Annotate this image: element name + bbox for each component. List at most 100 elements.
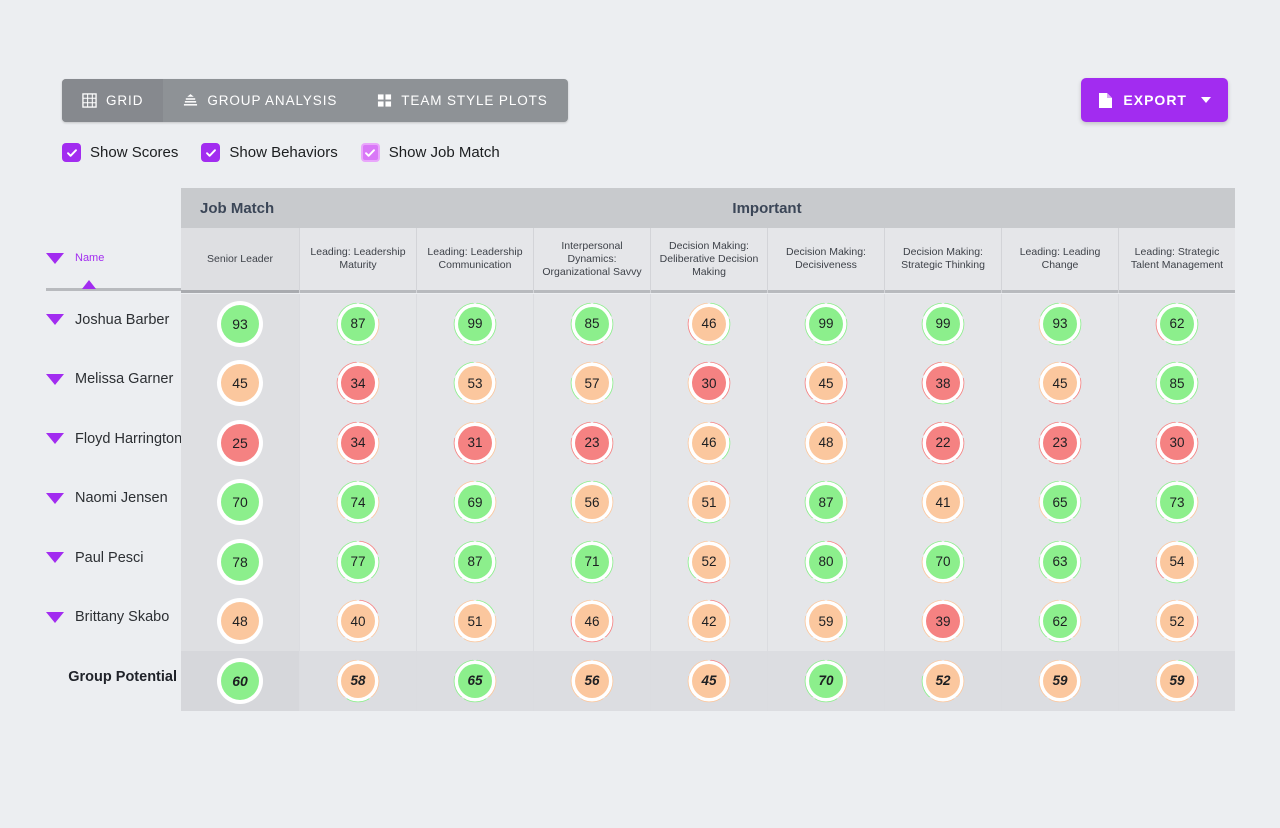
filter-show-behaviors[interactable]: Show Behaviors [201, 143, 338, 162]
score-indicator[interactable]: 48 [802, 419, 850, 467]
person-row-label[interactable]: Melissa Garner [46, 350, 181, 410]
column-header[interactable]: Leading: Leadership Maturity [299, 228, 416, 290]
score-cell[interactable]: 46 [650, 413, 767, 473]
tab-group-analysis[interactable]: GROUP ANALYSIS [163, 79, 357, 122]
score-cell[interactable]: 78 [181, 532, 299, 592]
score-cell[interactable]: 48 [181, 591, 299, 651]
score-indicator[interactable]: 52 [919, 657, 967, 705]
score-indicator[interactable]: 53 [451, 359, 499, 407]
score-cell[interactable]: 59 [1118, 651, 1235, 711]
score-indicator[interactable]: 40 [334, 597, 382, 645]
score-cell[interactable]: 23 [533, 413, 650, 473]
score-cell[interactable]: 53 [416, 353, 533, 413]
score-indicator[interactable]: 58 [334, 657, 382, 705]
score-cell[interactable]: 65 [1001, 472, 1118, 532]
score-indicator[interactable]: 80 [802, 538, 850, 586]
score-indicator[interactable]: 54 [1153, 538, 1201, 586]
score-cell[interactable]: 34 [299, 353, 416, 413]
score-indicator[interactable]: 99 [802, 300, 850, 348]
score-cell[interactable]: 74 [299, 472, 416, 532]
score-indicator[interactable]: 99 [919, 300, 967, 348]
checkbox-icon[interactable] [201, 143, 221, 162]
score-indicator[interactable]: 25 [216, 419, 264, 467]
column-header[interactable]: Leading: Leadership Communication [416, 228, 533, 290]
score-indicator[interactable]: 56 [568, 478, 616, 526]
score-cell[interactable]: 48 [767, 413, 884, 473]
score-indicator[interactable]: 46 [685, 300, 733, 348]
score-cell[interactable]: 56 [533, 472, 650, 532]
score-indicator[interactable]: 60 [216, 657, 264, 705]
score-cell[interactable]: 22 [884, 413, 1001, 473]
tab-team-style-plots[interactable]: TEAM STYLE PLOTS [357, 79, 567, 122]
score-indicator[interactable]: 45 [1036, 359, 1084, 407]
score-indicator[interactable]: 70 [802, 657, 850, 705]
score-indicator[interactable]: 34 [334, 359, 382, 407]
score-cell[interactable]: 77 [299, 532, 416, 592]
score-cell[interactable]: 42 [650, 591, 767, 651]
score-indicator[interactable]: 38 [919, 359, 967, 407]
score-cell[interactable]: 54 [1118, 532, 1235, 592]
score-cell[interactable]: 62 [1118, 294, 1235, 354]
score-indicator[interactable]: 70 [216, 478, 264, 526]
checkbox-icon[interactable] [360, 143, 380, 162]
score-cell[interactable]: 70 [181, 472, 299, 532]
score-indicator[interactable]: 77 [334, 538, 382, 586]
score-indicator[interactable]: 51 [451, 597, 499, 645]
person-row-label[interactable]: Brittany Skabo [46, 588, 181, 648]
score-cell[interactable]: 56 [533, 651, 650, 711]
export-button[interactable]: EXPORT [1081, 78, 1228, 122]
score-indicator[interactable]: 59 [1153, 657, 1201, 705]
column-header[interactable]: Decision Making: Strategic Thinking [884, 228, 1001, 290]
score-cell[interactable]: 40 [299, 591, 416, 651]
chevron-down-icon[interactable] [46, 611, 64, 623]
score-indicator[interactable]: 31 [451, 419, 499, 467]
score-indicator[interactable]: 59 [1036, 657, 1084, 705]
score-cell[interactable]: 59 [767, 591, 884, 651]
score-cell[interactable]: 85 [1118, 353, 1235, 413]
column-header[interactable]: Decision Making: Deliberative Decision M… [650, 228, 767, 290]
score-cell[interactable]: 45 [1001, 353, 1118, 413]
score-cell[interactable]: 71 [533, 532, 650, 592]
score-cell[interactable]: 58 [299, 651, 416, 711]
score-indicator[interactable]: 62 [1036, 597, 1084, 645]
score-cell[interactable]: 45 [767, 353, 884, 413]
score-cell[interactable]: 41 [884, 472, 1001, 532]
score-cell[interactable]: 52 [884, 651, 1001, 711]
score-indicator[interactable]: 41 [919, 478, 967, 526]
score-cell[interactable]: 99 [767, 294, 884, 354]
score-cell[interactable]: 46 [650, 294, 767, 354]
score-cell[interactable]: 52 [1118, 591, 1235, 651]
score-cell[interactable]: 57 [533, 353, 650, 413]
score-indicator[interactable]: 70 [919, 538, 967, 586]
score-indicator[interactable]: 74 [334, 478, 382, 526]
score-indicator[interactable]: 48 [216, 597, 264, 645]
chevron-down-icon[interactable] [46, 552, 64, 564]
score-indicator[interactable]: 87 [334, 300, 382, 348]
person-row-label[interactable]: Paul Pesci [46, 528, 181, 588]
score-indicator[interactable]: 85 [568, 300, 616, 348]
score-cell[interactable]: 52 [650, 532, 767, 592]
score-cell[interactable]: 45 [181, 353, 299, 413]
score-indicator[interactable]: 45 [802, 359, 850, 407]
score-cell[interactable]: 46 [533, 591, 650, 651]
score-indicator[interactable]: 85 [1153, 359, 1201, 407]
score-indicator[interactable]: 65 [1036, 478, 1084, 526]
score-indicator[interactable]: 59 [802, 597, 850, 645]
score-cell[interactable]: 31 [416, 413, 533, 473]
score-cell[interactable]: 65 [416, 651, 533, 711]
score-indicator[interactable]: 87 [802, 478, 850, 526]
score-cell[interactable]: 63 [1001, 532, 1118, 592]
column-header[interactable]: Decision Making: Decisiveness [767, 228, 884, 290]
column-header[interactable]: Leading: Strategic Talent Management [1118, 228, 1235, 290]
score-cell[interactable]: 70 [884, 532, 1001, 592]
score-indicator[interactable]: 45 [685, 657, 733, 705]
score-indicator[interactable]: 39 [919, 597, 967, 645]
score-cell[interactable]: 99 [884, 294, 1001, 354]
score-cell[interactable]: 25 [181, 413, 299, 473]
score-indicator[interactable]: 56 [568, 657, 616, 705]
score-cell[interactable]: 69 [416, 472, 533, 532]
score-cell[interactable]: 38 [884, 353, 1001, 413]
filter-show-job-match[interactable]: Show Job Match [360, 143, 500, 162]
score-cell[interactable]: 59 [1001, 651, 1118, 711]
score-indicator[interactable]: 45 [216, 359, 264, 407]
